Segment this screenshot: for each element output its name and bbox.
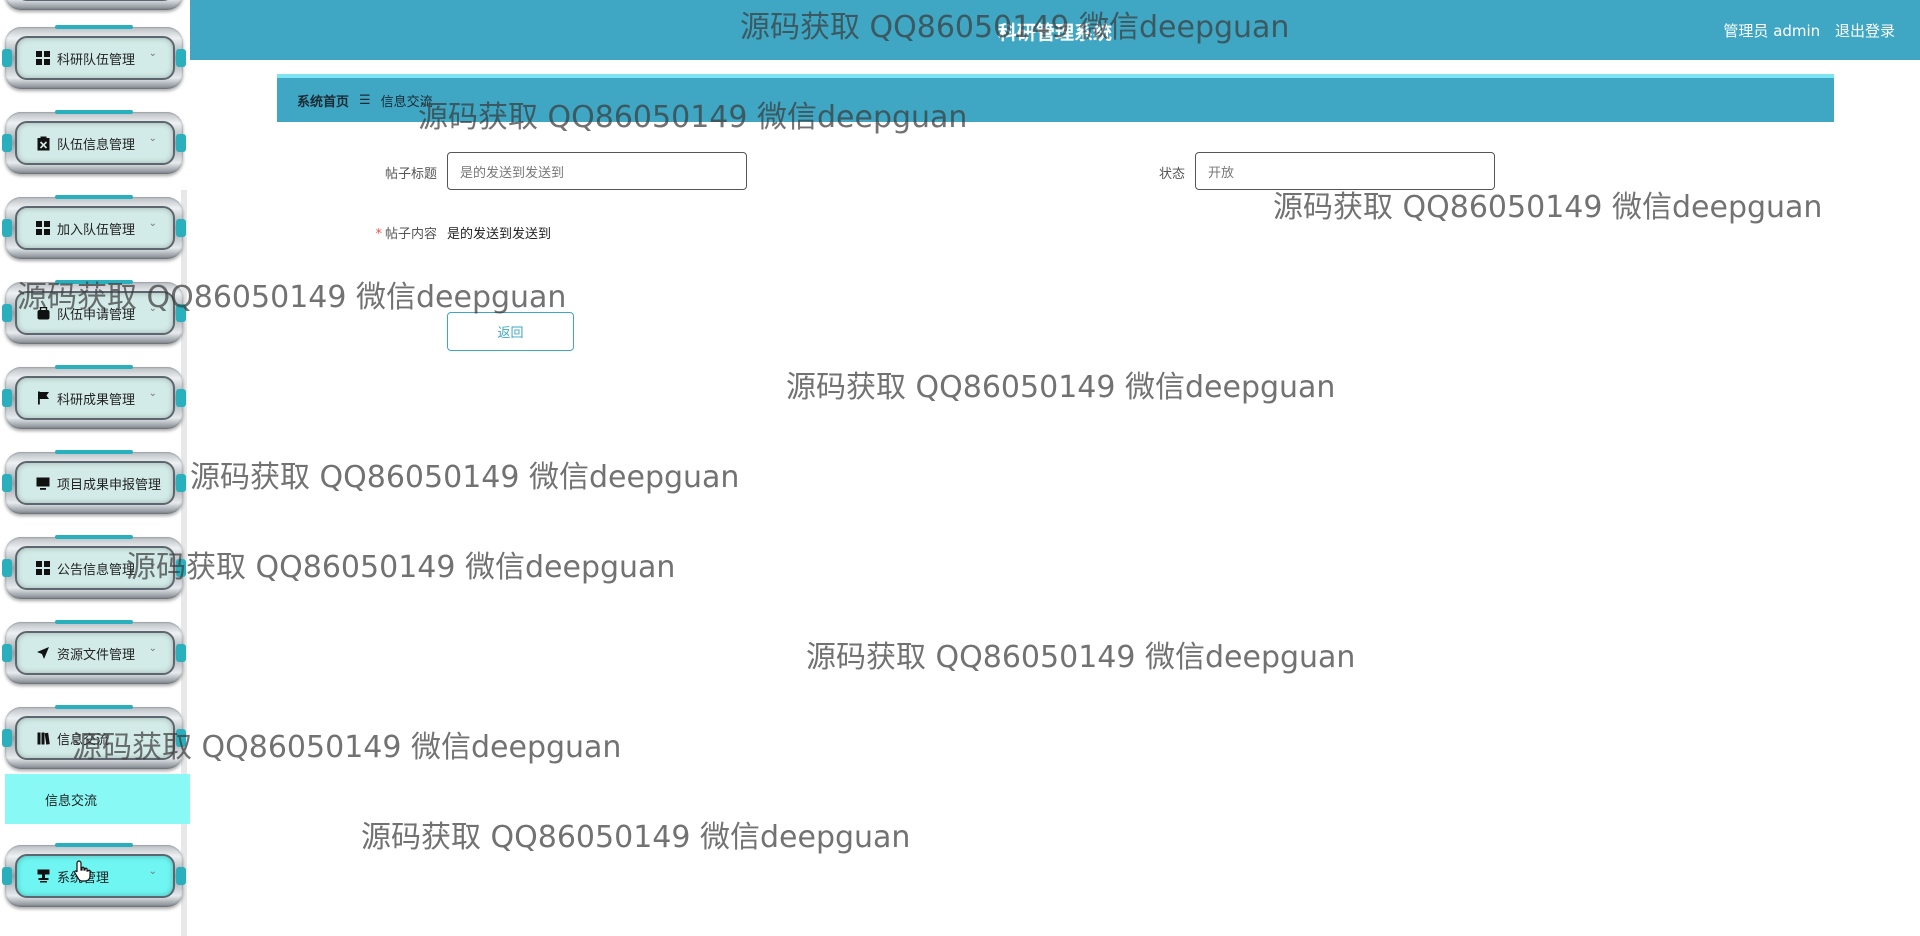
breadcrumb-separator-icon: ☰ bbox=[359, 92, 371, 108]
status-input[interactable] bbox=[1195, 152, 1495, 190]
sidebar-item-label: 加入队伍管理 bbox=[57, 222, 136, 238]
grid-icon bbox=[35, 220, 51, 236]
chevron-down-icon: ⌄ bbox=[148, 866, 157, 877]
sidebar-item-label: 项目成果申报管理 bbox=[57, 477, 162, 493]
chevron-down-icon: ⌄ bbox=[148, 133, 157, 144]
watermark-text: 源码获取 QQ86050149 微信deepguan bbox=[786, 370, 1336, 405]
sidebar-item-label: 科研成果管理 bbox=[57, 392, 136, 408]
header-user-area: 管理员 admin 退出登录 bbox=[1713, 20, 1895, 41]
app-title: 科研管理系统 bbox=[997, 22, 1112, 44]
chevron-down-icon: ⌄ bbox=[148, 218, 157, 229]
grid-icon bbox=[35, 560, 51, 576]
current-user-label: 管理员 admin bbox=[1723, 22, 1821, 40]
sidebar-item-label: 科研队伍管理 bbox=[57, 52, 136, 68]
sidebar-item-team-management[interactable]: 科研队伍管理 ⌄ bbox=[2, 25, 186, 89]
sidebar-item-label: 信息交流 bbox=[57, 732, 110, 748]
breadcrumb: 系统首页 ☰ 信息交流 bbox=[277, 74, 1834, 122]
chevron-down-icon: ⌄ bbox=[148, 48, 157, 59]
monitor-icon bbox=[35, 475, 51, 491]
breadcrumb-home-link[interactable]: 系统首页 bbox=[297, 91, 349, 110]
sidebar-item-label: 队伍申请管理 bbox=[57, 307, 136, 323]
watermark-text: 源码获取 QQ86050149 微信deepguan bbox=[126, 550, 676, 585]
sidebar: 科研队伍管理 ⌄ 队伍信息管理 ⌄ 加入队伍管理 ⌄ 队伍申请管理 ⌄ 科研成果… bbox=[0, 0, 190, 936]
sidebar-item-label: 资源文件管理 bbox=[57, 647, 136, 663]
grid-icon bbox=[35, 50, 51, 66]
watermark-text: 源码获取 QQ86050149 微信deepguan bbox=[361, 820, 911, 855]
watermark-text: 源码获取 QQ86050149 微信deepguan bbox=[190, 460, 740, 495]
chevron-down-icon: ⌄ bbox=[148, 643, 157, 654]
watermark-text: 源码获取 QQ86050149 微信deepguan bbox=[806, 640, 1356, 675]
post-content-value: 是的发送到发送到 bbox=[447, 227, 552, 242]
chevron-down-icon: ⌄ bbox=[148, 303, 157, 314]
sidebar-item-announcements[interactable]: 公告信息管理 ⌄ bbox=[2, 535, 186, 599]
sidebar-item-system-management[interactable]: 系统管理 ⌄ bbox=[2, 843, 186, 907]
chevron-down-icon: ⌄ bbox=[148, 388, 157, 399]
sidebar-item-info-exchange[interactable]: 信息交流 bbox=[2, 705, 186, 769]
sidebar-item-project-declaration[interactable]: 项目成果申报管理 bbox=[2, 450, 186, 514]
post-content-label-text: 帖子内容 bbox=[384, 227, 437, 242]
hand-cursor-icon bbox=[74, 860, 92, 887]
logout-link[interactable]: 退出登录 bbox=[1835, 22, 1895, 40]
sidebar-item-join-team[interactable]: 加入队伍管理 ⌄ bbox=[2, 195, 186, 259]
status-label: 状态 bbox=[1158, 167, 1185, 182]
required-mark: * bbox=[375, 227, 382, 242]
back-button[interactable]: 返回 bbox=[447, 312, 574, 351]
sidebar-item-team-info[interactable]: 队伍信息管理 ⌄ bbox=[2, 110, 186, 174]
post-content-label: * 帖子内容 bbox=[350, 223, 437, 242]
submenu-item-info-exchange[interactable]: 信息交流 bbox=[5, 774, 190, 824]
sidebar-item-partial[interactable] bbox=[5, 0, 183, 10]
sidebar-item-label: 队伍信息管理 bbox=[57, 137, 136, 153]
book-icon bbox=[35, 730, 51, 746]
bag-icon bbox=[35, 305, 51, 321]
top-header: 科研管理系统 管理员 admin 退出登录 bbox=[190, 0, 1920, 60]
post-title-label: 帖子标题 bbox=[384, 167, 437, 182]
sidebar-item-research-results[interactable]: 科研成果管理 ⌄ bbox=[2, 365, 186, 429]
submenu-item-label: 信息交流 bbox=[45, 793, 98, 809]
chevron-down-icon: ⌄ bbox=[148, 558, 157, 569]
flag-icon bbox=[35, 390, 51, 406]
breadcrumb-current: 信息交流 bbox=[380, 94, 433, 110]
sidebar-item-team-application[interactable]: 队伍申请管理 ⌄ bbox=[2, 280, 186, 344]
clipboard-x-icon bbox=[35, 135, 51, 151]
post-title-input[interactable] bbox=[447, 152, 747, 190]
sidebar-item-label: 公告信息管理 bbox=[57, 562, 136, 578]
stamp-icon bbox=[35, 868, 51, 884]
sidebar-item-resource-files[interactable]: 资源文件管理 ⌄ bbox=[2, 620, 186, 684]
send-icon bbox=[35, 645, 51, 661]
